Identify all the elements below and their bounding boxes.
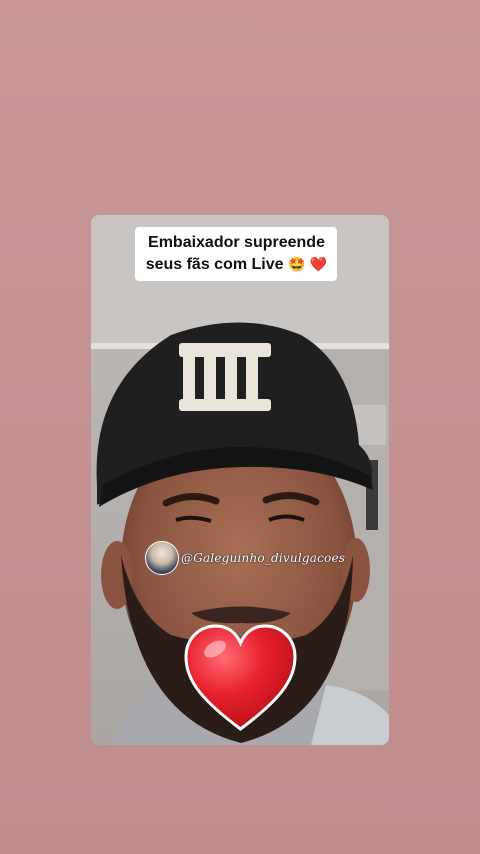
caption-box: Embaixador supreende seus fãs com Live 🤩… [135, 227, 337, 281]
caption-line-2-text: seus fãs com Live [145, 256, 284, 273]
caption-line-2: seus fãs com Live 🤩 ❤️ [142, 254, 331, 276]
star-struck-emoji-icon: 🤩 [287, 257, 306, 273]
story-screen: Embaixador supreende seus fãs com Live 🤩… [0, 0, 480, 854]
watermark-handle: @Galeguinho_divulgacoes [181, 551, 346, 565]
red-heart-emoji-icon: ❤️ [309, 257, 328, 273]
avatar [145, 541, 179, 575]
heart-icon [184, 624, 297, 731]
caption-line-1: Embaixador supreende [148, 234, 325, 251]
watermark: @Galeguinho_divulgacoes [145, 540, 345, 576]
